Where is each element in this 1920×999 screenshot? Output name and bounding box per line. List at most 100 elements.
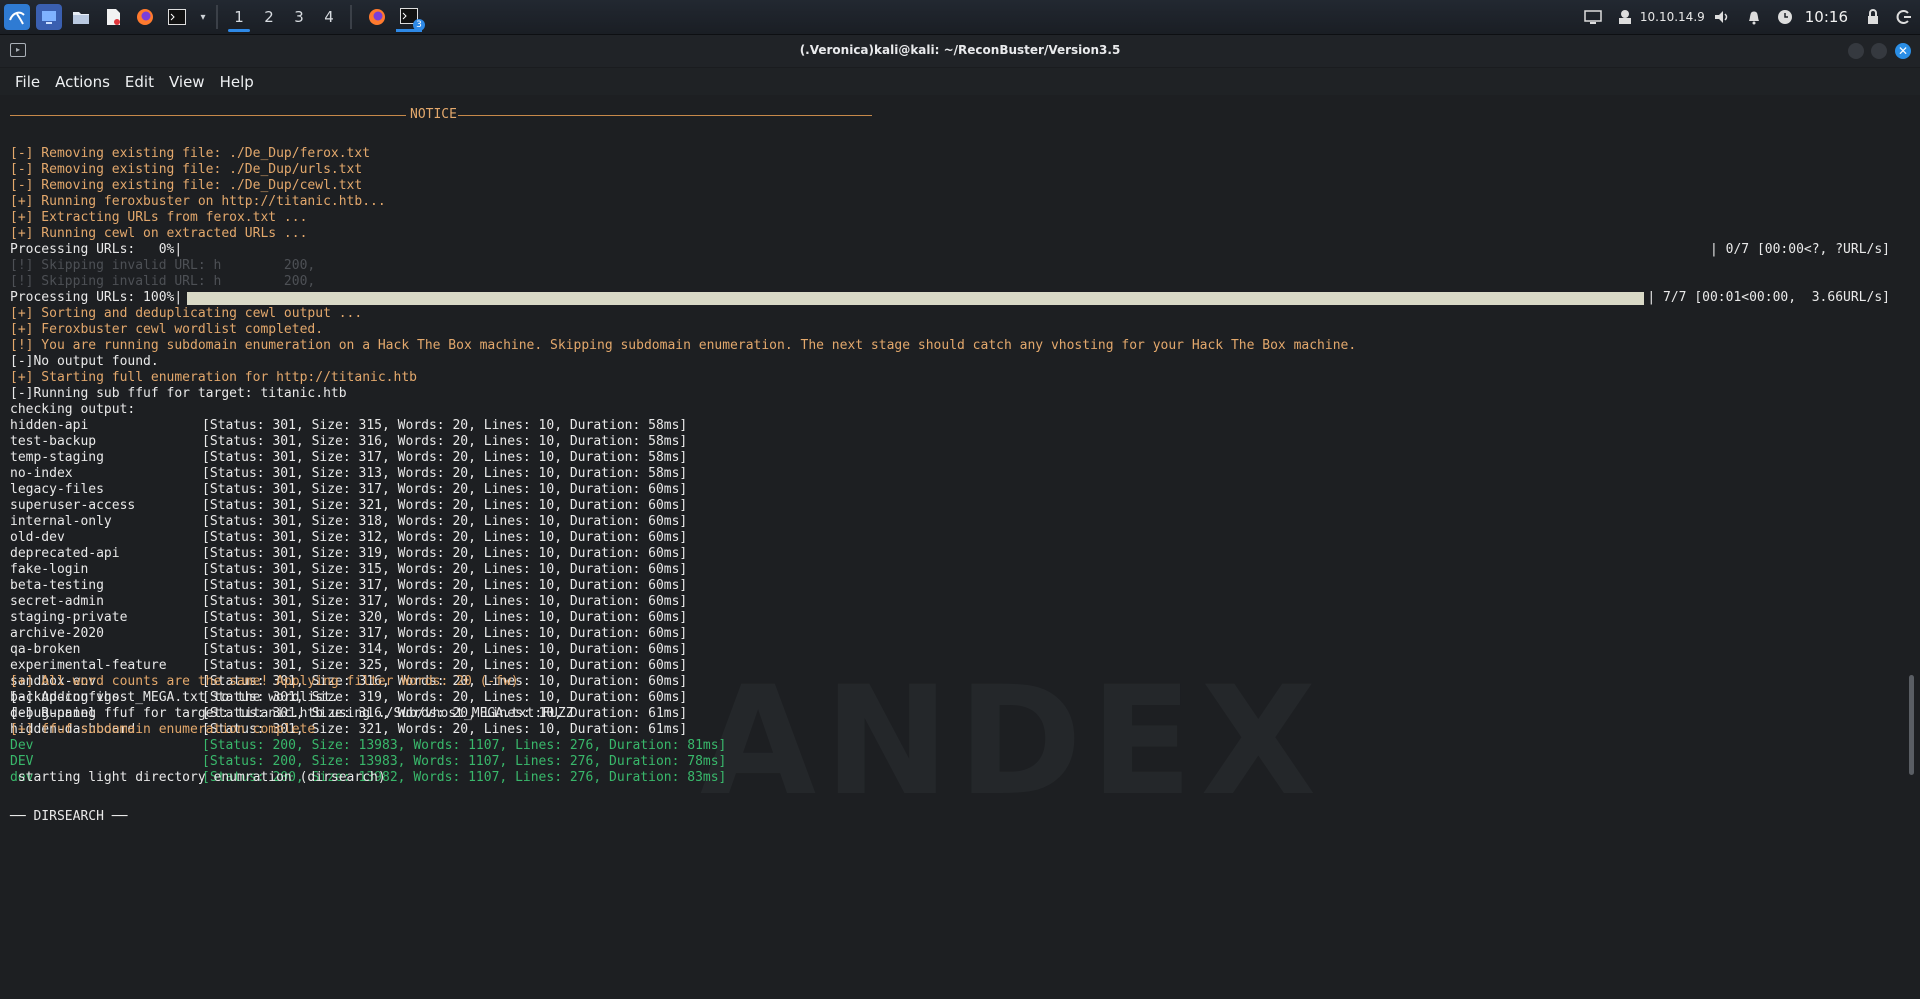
- subdomain-result-row: superuser-access [Status: 301, Size: 321,…: [10, 498, 687, 514]
- subdomain-status: [Status: 301, Size: 315, Words: 20, Line…: [202, 418, 688, 433]
- subdomain-name: old-dev: [10, 530, 65, 545]
- subdomain-name: superuser-access: [10, 498, 136, 513]
- kali-menu-icon[interactable]: [4, 4, 30, 30]
- display-icon[interactable]: [1584, 10, 1602, 24]
- vpn-icon[interactable]: [1618, 9, 1632, 25]
- log-line: [-] Adding vhost_MEGA.txt to the wordlis…: [10, 690, 339, 705]
- maximize-button[interactable]: [1871, 43, 1887, 59]
- menu-edit[interactable]: Edit: [125, 73, 154, 91]
- desktop-icon[interactable]: [36, 4, 62, 30]
- subdomain-name: secret-admin: [10, 594, 104, 609]
- subdomain-name: no-index: [10, 466, 73, 481]
- window-title: (.Veronica)kali@kali: ~/ReconBuster/Vers…: [799, 43, 1121, 57]
- subdomain-status: [Status: 301, Size: 317, Words: 20, Line…: [202, 482, 688, 497]
- vhost-name: Dev: [10, 738, 34, 753]
- subdomain-result-row: archive-2020 [Status: 301, Size: 317, Wor…: [10, 626, 687, 642]
- workspace-4[interactable]: 4: [314, 0, 344, 34]
- subdomain-name: temp-staging: [10, 450, 104, 465]
- log-line: [-] Removing existing file: ./De_Dup/url…: [10, 162, 363, 177]
- wallpaper-watermark: ANDEX: [700, 655, 1325, 829]
- volume-icon[interactable]: [1713, 9, 1731, 25]
- terminal-launcher-icon[interactable]: [164, 4, 190, 30]
- progress-label: Processing URLs: 0%|: [10, 242, 183, 257]
- workspace-label: 3: [294, 8, 304, 26]
- firefox-window-icon[interactable]: [364, 4, 390, 30]
- clock-icon: [1777, 9, 1793, 25]
- subdomain-status: [Status: 301, Size: 313, Words: 20, Line…: [202, 466, 688, 481]
- subdomain-status: [Status: 301, Size: 321, Words: 20, Line…: [202, 498, 688, 513]
- file-manager-icon[interactable]: [68, 4, 94, 30]
- subdomain-name: staging-private: [10, 610, 128, 625]
- workspace-3[interactable]: 3: [284, 0, 314, 34]
- dirsearch-start-line: starting light directory enumration (dir…: [10, 770, 386, 785]
- vhost-status: [Status: 200, Size: 13983, Words: 1107, …: [202, 738, 727, 753]
- log-line: [+] Sorting and deduplicating cewl outpu…: [10, 306, 363, 321]
- subdomain-name: beta-testing: [10, 578, 104, 593]
- subdomain-status: [Status: 301, Size: 320, Words: 20, Line…: [202, 610, 688, 625]
- subdomain-result-row: fake-login [Status: 301, Size: 315, Words…: [10, 562, 687, 578]
- menu-help[interactable]: Help: [220, 73, 254, 91]
- subdomain-result-row: hidden-api [Status: 301, Size: 315, Words…: [10, 418, 687, 434]
- subdomain-result-row: temp-staging [Status: 301, Size: 317, Wor…: [10, 450, 687, 466]
- subdomain-status: [Status: 301, Size: 315, Words: 20, Line…: [202, 562, 688, 577]
- vhost-result-row: DEV [Status: 200, Size: 13983, Words: 110…: [10, 754, 726, 770]
- lock-icon[interactable]: [1866, 9, 1880, 25]
- dirsearch-header: ── DIRSEARCH ──: [10, 809, 128, 824]
- close-button[interactable]: ✕: [1895, 43, 1911, 59]
- subdomain-result-row: internal-only [Status: 301, Size: 318, Wo…: [10, 514, 687, 530]
- progress-label: Processing URLs: 100%|: [10, 290, 183, 305]
- subdomain-name: archive-2020: [10, 626, 104, 641]
- vhost-name: DEV: [10, 754, 34, 769]
- subdomain-status: [Status: 301, Size: 319, Words: 20, Line…: [202, 546, 688, 561]
- workspace-1[interactable]: 1: [224, 0, 254, 34]
- terminal-output[interactable]: ANDEX NOTICE [-] Removing existing file:…: [0, 95, 1920, 999]
- progress-stats: | 0/7 [00:00<?, ?URL/s]: [1709, 242, 1890, 257]
- minimize-button[interactable]: [1848, 43, 1864, 59]
- subdomain-status: [Status: 301, Size: 318, Words: 20, Line…: [202, 514, 688, 529]
- subdomain-result-row: no-index [Status: 301, Size: 313, Words: …: [10, 466, 687, 482]
- menu-actions[interactable]: Actions: [55, 73, 110, 91]
- subdomain-result-row: secret-admin [Status: 301, Size: 317, Wor…: [10, 594, 687, 610]
- subdomain-name: experimental-feature: [10, 658, 167, 673]
- subdomain-result-row: legacy-files [Status: 301, Size: 317, Wor…: [10, 482, 687, 498]
- logout-icon[interactable]: [1896, 9, 1912, 25]
- window-titlebar[interactable]: ▸ (.Veronica)kali@kali: ~/ReconBuster/Ve…: [0, 35, 1920, 68]
- terminal-window-icon[interactable]: 3: [396, 3, 425, 32]
- log-line: [-] Removing existing file: ./De_Dup/fer…: [10, 146, 371, 161]
- subdomain-status: [Status: 301, Size: 317, Words: 20, Line…: [202, 450, 688, 465]
- notice-label: NOTICE: [410, 107, 457, 122]
- panel-separator: [216, 5, 218, 29]
- menu-file[interactable]: File: [15, 73, 40, 91]
- log-line: [+] Starting full enumeration for http:/…: [10, 370, 417, 385]
- vhost-result-row: Dev [Status: 200, Size: 13983, Words: 110…: [10, 738, 726, 754]
- subdomain-result-row: qa-broken [Status: 301, Size: 314, Words:…: [10, 642, 687, 658]
- progress-bar-fill: [187, 292, 1644, 305]
- chevron-down-icon[interactable]: ▾: [196, 4, 210, 30]
- log-line: [!] Skipping invalid URL: h 200,: [10, 258, 316, 273]
- firefox-icon[interactable]: [132, 4, 158, 30]
- log-line: [+] All word counts are the same! Applyi…: [10, 674, 519, 689]
- log-line: [!] You are running subdomain enumeratio…: [10, 338, 1357, 353]
- log-line: [!] Skipping invalid URL: h 200,: [10, 274, 316, 289]
- notice-rule-right: [458, 115, 872, 116]
- workspace-label: 1: [234, 8, 244, 26]
- log-line: [-] Removing existing file: ./De_Dup/cew…: [10, 178, 363, 193]
- log-line: [+] Feroxbuster cewl wordlist completed.: [10, 322, 324, 337]
- subdomain-name: legacy-files: [10, 482, 104, 497]
- subdomain-status: [Status: 301, Size: 317, Words: 20, Line…: [202, 626, 688, 641]
- log-line: [-]Running sub ffuf for target: titanic.…: [10, 386, 347, 401]
- terminal-scrollbar[interactable]: [1909, 675, 1914, 775]
- menu-view[interactable]: View: [169, 73, 205, 91]
- subdomain-name: qa-broken: [10, 642, 81, 657]
- subdomain-status: [Status: 301, Size: 325, Words: 20, Line…: [202, 658, 688, 673]
- subdomain-name: hidden-api: [10, 418, 89, 433]
- workspace-label: 4: [324, 8, 334, 26]
- vhost-status: [Status: 200, Size: 13983, Words: 1107, …: [202, 754, 727, 769]
- text-editor-icon[interactable]: [100, 4, 126, 30]
- notice-rule-left: [10, 115, 406, 116]
- panel-separator: [350, 5, 352, 29]
- clock-time[interactable]: 10:16: [1805, 8, 1848, 26]
- notification-bell-icon[interactable]: [1747, 9, 1761, 25]
- top-panel: ▾ 1 2 3 4 3 10.10.14.9 10:16: [0, 0, 1920, 35]
- workspace-2[interactable]: 2: [254, 0, 284, 34]
